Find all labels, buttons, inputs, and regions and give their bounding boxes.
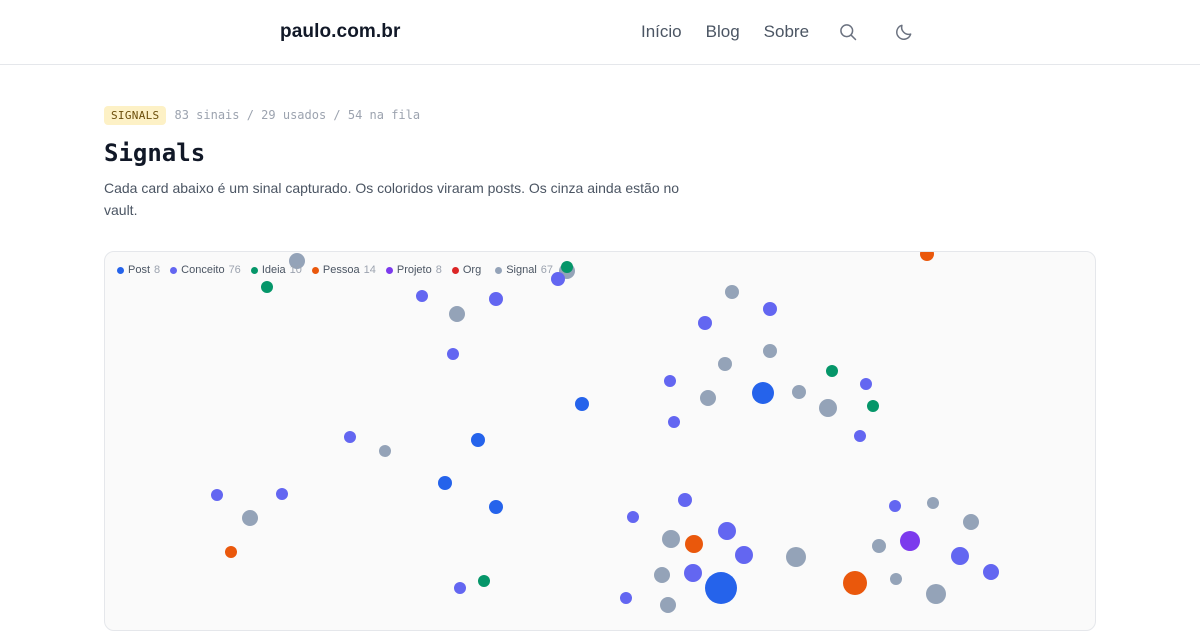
nav-link-inicio[interactable]: Início xyxy=(641,22,682,42)
legend-count: 10 xyxy=(289,264,302,276)
graph-node-signal[interactable] xyxy=(819,399,837,417)
search-icon[interactable] xyxy=(838,22,858,42)
graph-node-ideia[interactable] xyxy=(261,281,273,293)
graph-node-conceito[interactable] xyxy=(620,592,632,604)
graph-node-signal[interactable] xyxy=(927,497,939,509)
graph-node-conceito[interactable] xyxy=(668,416,680,428)
legend-label: Pessoa xyxy=(322,264,360,276)
meta-row: SIGNALS 83 sinais / 29 usados / 54 na fi… xyxy=(104,104,704,126)
graph-node-conceito[interactable] xyxy=(627,511,639,523)
graph-node-pessoa[interactable] xyxy=(685,535,703,553)
graph-node-conceito[interactable] xyxy=(684,564,702,582)
legend-label: Post xyxy=(128,264,151,276)
graph-legend: Post 8 Conceito 76 Ideia 10 Pessoa 14 Projet… xyxy=(117,264,563,276)
graph-node-conceito[interactable] xyxy=(983,564,999,580)
graph-node-signal[interactable] xyxy=(725,285,739,299)
graph-node-signal[interactable] xyxy=(660,597,676,613)
legend-count: 67 xyxy=(540,264,554,276)
moon-icon[interactable] xyxy=(894,22,914,42)
page-description: Cada card abaixo é um sinal capturado. O… xyxy=(104,180,680,218)
legend-label: Org xyxy=(462,264,482,276)
intro-section: SIGNALS 83 sinais / 29 usados / 54 na fi… xyxy=(104,104,704,221)
graph-node-conceito[interactable] xyxy=(860,378,872,390)
legend-dot xyxy=(451,266,459,274)
signals-badge: SIGNALS xyxy=(104,105,167,125)
legend-label: Signal xyxy=(506,264,537,276)
graph-node-conceito[interactable] xyxy=(416,290,428,302)
legend-item-org[interactable]: Org xyxy=(451,264,485,276)
legend-label: Conceito xyxy=(181,264,225,276)
graph-node-signal[interactable] xyxy=(700,390,716,406)
graph-node-conceito[interactable] xyxy=(447,348,459,360)
legend-count: 8 xyxy=(435,264,442,276)
graph-node-conceito[interactable] xyxy=(854,430,866,442)
graph-node-post[interactable] xyxy=(438,476,452,490)
graph-node-conceito[interactable] xyxy=(951,547,969,565)
graph-nodes[interactable] xyxy=(105,252,1096,631)
signal-stats: 83 sinais / 29 usados / 54 na fila xyxy=(174,108,421,122)
graph-node-post[interactable] xyxy=(705,572,737,604)
legend-item-projeto[interactable]: Projeto 8 xyxy=(385,264,442,276)
legend-item-conceito[interactable]: Conceito 76 xyxy=(170,264,241,276)
graph-node-conceito[interactable] xyxy=(698,316,712,330)
graph-node-signal[interactable] xyxy=(449,306,465,322)
site-title[interactable]: paulo.com.br xyxy=(280,21,401,43)
legend-count: 76 xyxy=(228,264,241,276)
graph-node-pessoa[interactable] xyxy=(225,546,237,558)
graph-node-ideia[interactable] xyxy=(867,400,879,412)
main-nav: Início Blog Sobre xyxy=(641,22,833,42)
graph-node-signal[interactable] xyxy=(654,567,670,583)
graph-node-signal[interactable] xyxy=(963,514,979,530)
graph-node-conceito[interactable] xyxy=(454,582,466,594)
graph-node-signal[interactable] xyxy=(786,547,806,567)
graph-node-projeto[interactable] xyxy=(900,531,920,551)
graph-node-ideia[interactable] xyxy=(478,575,490,587)
legend-label: Ideia xyxy=(261,264,286,276)
legend-count: 8 xyxy=(154,264,161,276)
graph-node-conceito[interactable] xyxy=(718,522,736,540)
graph-node-signal[interactable] xyxy=(926,584,946,604)
nav-link-sobre[interactable]: Sobre xyxy=(764,22,809,42)
graph-node-post[interactable] xyxy=(575,397,589,411)
graph-node-post[interactable] xyxy=(471,433,485,447)
graph-node-ideia[interactable] xyxy=(826,365,838,377)
graph-node-conceito[interactable] xyxy=(678,493,692,507)
graph-node-conceito[interactable] xyxy=(344,431,356,443)
graph-node-pessoa[interactable] xyxy=(920,252,934,261)
legend-dot xyxy=(311,266,319,274)
graph-node-signal[interactable] xyxy=(763,344,777,358)
graph-node-conceito[interactable] xyxy=(276,488,288,500)
signals-graph[interactable]: Post 8 Conceito 76 Ideia 10 Pessoa 14 Projet… xyxy=(104,251,1096,631)
legend-count: 14 xyxy=(363,264,376,276)
graph-node-signal[interactable] xyxy=(872,539,886,553)
graph-node-conceito[interactable] xyxy=(664,375,676,387)
graph-node-signal[interactable] xyxy=(792,385,806,399)
graph-node-signal[interactable] xyxy=(242,510,258,526)
graph-node-post[interactable] xyxy=(752,382,774,404)
nav-link-blog[interactable]: Blog xyxy=(706,22,740,42)
legend-dot xyxy=(385,266,393,274)
legend-dot xyxy=(170,266,178,274)
page-title: Signals xyxy=(104,139,206,167)
graph-node-conceito[interactable] xyxy=(735,546,753,564)
graph-node-signal[interactable] xyxy=(890,573,902,585)
legend-item-post[interactable]: Post 8 xyxy=(117,264,160,276)
graph-node-pessoa[interactable] xyxy=(843,571,867,595)
legend-label: Projeto xyxy=(396,264,432,276)
graph-node-signal[interactable] xyxy=(718,357,732,371)
legend-item-ideia[interactable]: Ideia 10 xyxy=(250,264,302,276)
legend-item-signal[interactable]: Signal 67 xyxy=(495,264,553,276)
legend-dot xyxy=(495,266,503,274)
graph-node-conceito[interactable] xyxy=(889,500,901,512)
legend-dot xyxy=(250,266,258,274)
legend-item-pessoa[interactable]: Pessoa 14 xyxy=(311,264,376,276)
graph-node-signal[interactable] xyxy=(379,445,391,457)
graph-node-signal[interactable] xyxy=(662,530,680,548)
graph-node-conceito[interactable] xyxy=(489,292,503,306)
legend-dot xyxy=(117,266,124,274)
site-header: paulo.com.br Início Blog Sobre xyxy=(0,0,1200,65)
graph-node-conceito[interactable] xyxy=(211,489,223,501)
graph-node-post[interactable] xyxy=(489,500,503,514)
graph-node-conceito[interactable] xyxy=(763,302,777,316)
